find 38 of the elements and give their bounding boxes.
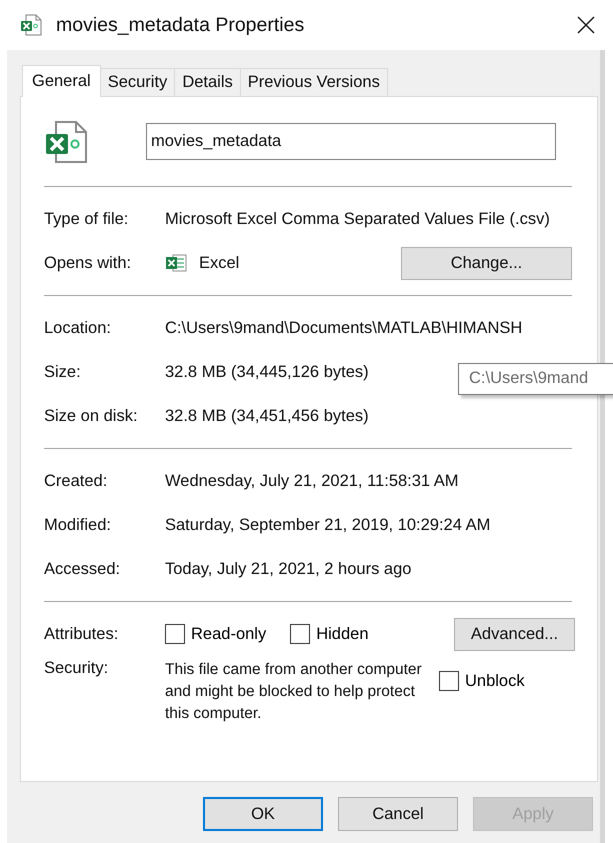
checkbox-label: Unblock: [465, 672, 525, 690]
field-label: Location:: [44, 318, 112, 338]
field-label: Opens with:: [44, 254, 132, 272]
checkbox-label: Read-only: [191, 624, 266, 644]
field-label: Created:: [44, 472, 108, 490]
field-value: Wednesday, July 21, 2021, 11:58:31 AM: [165, 472, 459, 490]
field-value: Today, July 21, 2021, 2 hours ago: [165, 560, 412, 578]
tab[interactable]: Previous Versions: [240, 68, 388, 96]
file-name-field[interactable]: movies_metadata: [146, 123, 556, 160]
dialog-button[interactable]: OK: [203, 797, 323, 831]
checkbox-label: Hidden: [316, 624, 369, 644]
checkbox[interactable]: [165, 624, 185, 644]
advanced-button[interactable]: Advanced...: [454, 618, 575, 650]
field-label: Type of file:: [44, 210, 130, 228]
checkbox[interactable]: [290, 624, 310, 644]
field-value: C:\Users\9mand\Documents\MATLAB\HIMANSH: [165, 318, 522, 338]
field-label: Security:: [44, 659, 110, 678]
field-value: Microsoft Excel Comma Separated Values File (.csv): [165, 210, 550, 228]
window-title: movies_metadata Properties: [56, 14, 304, 36]
close-icon[interactable]: [577, 16, 595, 34]
change-button[interactable]: Change...: [401, 246, 572, 280]
field-label: Size:: [44, 362, 82, 382]
field-label: Modified:: [44, 516, 112, 534]
field-label: Size on disk:: [44, 406, 139, 426]
checkbox[interactable]: [439, 671, 459, 691]
app-name: Excel: [199, 254, 240, 272]
dialog-button[interactable]: Cancel: [338, 797, 458, 831]
field-value: 32.8 MB (34,451,456 bytes): [165, 406, 369, 426]
security-message: This file came from another computer and might be blocked to help protect this computer.: [165, 660, 423, 724]
field-label: Attributes:: [44, 624, 120, 644]
path-tooltip: C:\Users\9mand: [458, 363, 613, 395]
tab[interactable]: General: [22, 65, 101, 97]
field-label: Accessed:: [44, 560, 122, 578]
excel-icon: [165, 253, 187, 273]
excel-file-icon: [44, 120, 88, 164]
excel-file-icon: [20, 14, 42, 36]
field-value: 32.8 MB (34,445,126 bytes): [165, 362, 369, 382]
field-value: Saturday, September 21, 2019, 10:29:24 AM: [165, 516, 490, 534]
